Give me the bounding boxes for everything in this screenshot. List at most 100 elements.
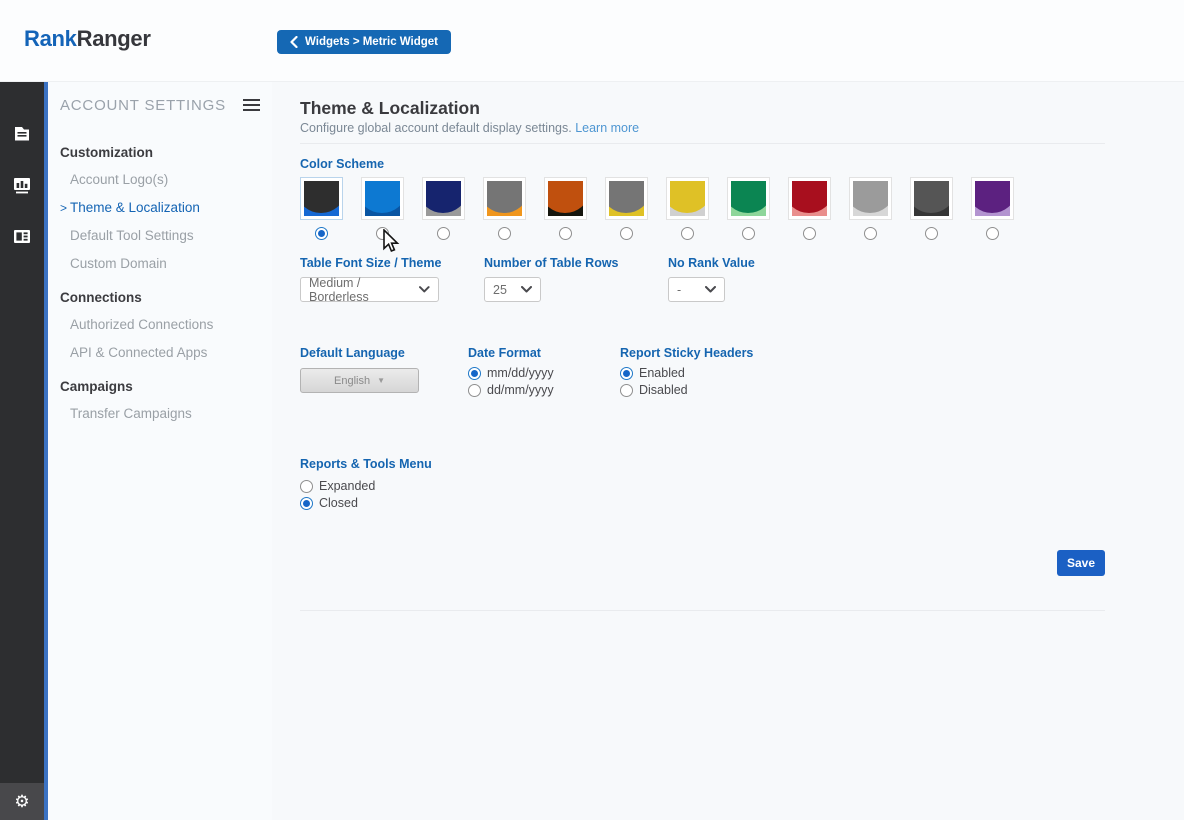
radio-option-label: mm/dd/yyyy [487,366,554,380]
swatch-radio-8[interactable] [742,227,755,240]
radio-option-disabled[interactable]: Disabled [620,383,688,397]
swatch-radio-7[interactable] [681,227,694,240]
sidebar-group-campaigns: Campaigns [60,373,272,400]
swatch-radio-5[interactable] [559,227,572,240]
color-swatch-12[interactable] [971,177,1014,240]
swatch-radio-4[interactable] [498,227,511,240]
sidebar-group-connections: Connections [60,284,272,311]
language-settings-row: Default Language English ▼ Date Format m… [300,346,1105,397]
radio-option-dd-mm-yyyy[interactable]: dd/mm/yyyy [468,383,554,397]
radio-option-closed[interactable]: Closed [300,496,1105,510]
save-button[interactable]: Save [1057,550,1105,576]
radio-option-label: Disabled [639,383,688,397]
sticky-headers-options: Enabled Disabled [620,366,688,397]
chevron-down-icon [419,286,430,293]
swatch-tile-2[interactable] [361,177,404,220]
sidebar-item-default-tool-settings[interactable]: Default Tool Settings [60,222,272,250]
radio-icon[interactable] [468,384,481,397]
radio-option-expanded[interactable]: Expanded [300,479,1105,493]
reports-tools-menu-options: Expanded Closed [300,479,1105,510]
default-language-value: English [334,375,370,387]
color-swatch-11[interactable] [910,177,953,240]
radio-option-label: Enabled [639,366,685,380]
color-swatch-2[interactable] [361,177,404,240]
radio-icon[interactable] [300,480,313,493]
table-settings-row: Table Font Size / Theme Medium / Borderl… [300,256,1105,302]
radio-icon[interactable] [620,367,633,380]
documents-icon[interactable] [12,124,32,144]
reports-tools-menu-label: Reports & Tools Menu [300,457,432,471]
sidebar-item-theme-localization[interactable]: >Theme & Localization [60,194,272,223]
table-rows-select[interactable]: 25 [484,277,541,302]
color-swatch-9[interactable] [788,177,831,240]
color-swatch-7[interactable] [666,177,709,240]
nav-button-label: Widgets > Metric Widget [305,36,438,48]
main-content: Theme & Localization Configure global ac… [272,82,1184,820]
radio-icon[interactable] [300,497,313,510]
radio-icon[interactable] [468,367,481,380]
swatch-radio-9[interactable] [803,227,816,240]
sidebar-item-api-connected-apps[interactable]: API & Connected Apps [60,339,272,367]
date-format-label: Date Format [468,346,541,360]
swatch-radio-10[interactable] [864,227,877,240]
swatch-tile-11[interactable] [910,177,953,220]
sidebar-item-custom-domain[interactable]: Custom Domain [60,250,272,278]
logo-rank: Rank [24,26,77,51]
swatch-tile-12[interactable] [971,177,1014,220]
swatch-tile-8[interactable] [727,177,770,220]
color-swatch-8[interactable] [727,177,770,240]
account-settings-sidebar: ACCOUNT SETTINGS CustomizationAccount Lo… [48,82,272,820]
swatch-radio-11[interactable] [925,227,938,240]
color-swatch-10[interactable] [849,177,892,240]
radio-icon[interactable] [620,384,633,397]
swatch-tile-6[interactable] [605,177,648,220]
logo-ranger: Ranger [77,26,151,51]
settings-footer-button[interactable]: ⚙ [0,783,44,820]
table-font-select[interactable]: Medium / Borderless [300,277,439,302]
radio-option-label: Closed [319,496,358,510]
swatch-tile-7[interactable] [666,177,709,220]
app-logo[interactable]: RankRanger [24,26,151,52]
color-swatch-3[interactable] [422,177,465,240]
bar-chart-icon[interactable] [12,175,32,195]
radio-option-mm-dd-yyyy[interactable]: mm/dd/yyyy [468,366,554,380]
date-format-options: mm/dd/yyyy dd/mm/yyyy [468,366,554,397]
page-subtitle: Configure global account default display… [300,121,1105,135]
page-title: Theme & Localization [300,99,1105,118]
sidebar-item-account-logo-s[interactable]: Account Logo(s) [60,166,272,194]
chevron-left-icon [290,36,298,48]
table-font-label: Table Font Size / Theme [300,256,441,270]
swatch-tile-3[interactable] [422,177,465,220]
swatch-radio-1[interactable] [315,227,328,240]
swatch-tile-9[interactable] [788,177,831,220]
color-swatch-6[interactable] [605,177,648,240]
color-swatch-1[interactable] [300,177,343,240]
swatch-radio-3[interactable] [437,227,450,240]
widgets-breadcrumb-button[interactable]: Widgets > Metric Widget [277,30,451,54]
hamburger-menu-icon[interactable] [241,94,262,116]
color-scheme-label: Color Scheme [300,157,1105,171]
sidebar-item-authorized-connections[interactable]: Authorized Connections [60,311,272,339]
subtitle-text: Configure global account default display… [300,121,572,135]
table-font-value: Medium / Borderless [309,276,419,304]
swatch-tile-5[interactable] [544,177,587,220]
swatch-radio-12[interactable] [986,227,999,240]
caret-down-icon: ▼ [377,376,385,385]
learn-more-link[interactable]: Learn more [575,121,639,135]
no-rank-label: No Rank Value [668,256,755,270]
report-layout-icon[interactable] [12,226,32,246]
swatch-tile-1[interactable] [300,177,343,220]
radio-option-enabled[interactable]: Enabled [620,366,688,380]
top-header: RankRanger Widgets > Metric Widget [0,0,1184,82]
swatch-radio-2[interactable] [376,227,389,240]
swatch-tile-10[interactable] [849,177,892,220]
swatch-tile-4[interactable] [483,177,526,220]
sidebar-title: ACCOUNT SETTINGS [60,97,226,114]
no-rank-select[interactable]: - [668,277,725,302]
swatch-radio-6[interactable] [620,227,633,240]
default-language-button[interactable]: English ▼ [300,368,419,393]
sidebar-item-transfer-campaigns[interactable]: Transfer Campaigns [60,400,272,428]
color-swatch-5[interactable] [544,177,587,240]
reports-tools-menu-section: Reports & Tools Menu Expanded Closed [300,455,1105,510]
color-swatch-4[interactable] [483,177,526,240]
